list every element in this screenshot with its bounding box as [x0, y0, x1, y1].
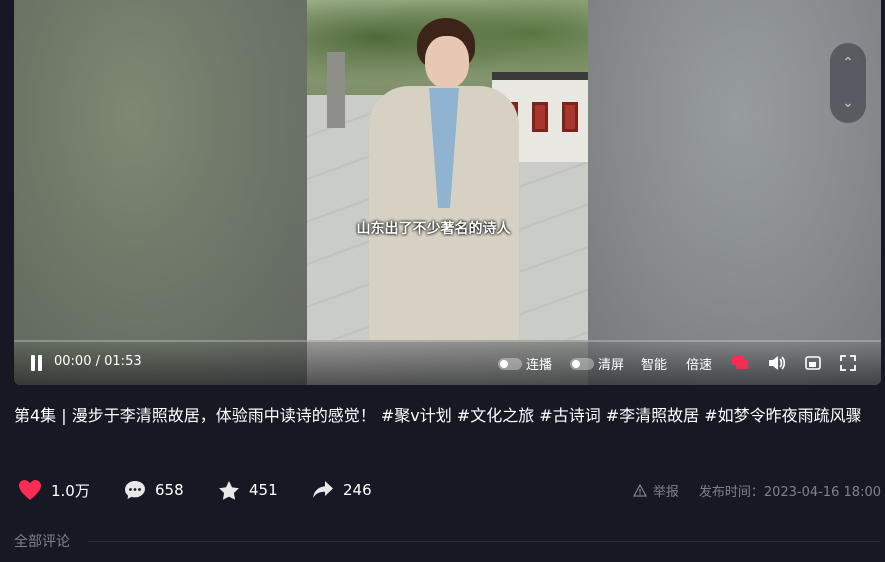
playback-speed-button[interactable]: 倍速	[686, 354, 712, 373]
time-current: 00:00	[54, 354, 92, 369]
comments-divider	[88, 541, 881, 542]
comment-button[interactable]: 658	[124, 478, 184, 502]
like-button[interactable]: 1.0万	[18, 478, 90, 502]
video-title: 第4集 | 漫步于李清照故居，体验雨中读诗的感觉！ #聚v计划 #文化之旅 #古…	[14, 406, 862, 425]
player-control-bar: 00:00 / 01:53 连播 清屏 智能 倍速	[14, 340, 881, 385]
star-icon	[219, 480, 239, 500]
time-separator: /	[95, 354, 100, 369]
all-comments-heading: 全部评论	[14, 534, 70, 550]
clear-screen-toggle[interactable]: 清屏	[570, 354, 624, 373]
volume-button[interactable]	[767, 353, 787, 373]
time-display: 00:00 / 01:53	[54, 354, 142, 369]
pause-icon	[31, 355, 35, 371]
post-meta: 举报 发布时间：2023-04-16 18:00	[632, 481, 881, 500]
autoplay-toggle[interactable]: 连播	[498, 354, 552, 373]
picture-in-picture-icon	[805, 356, 821, 370]
video-player[interactable]	[14, 0, 881, 385]
video-subtitle: 山东出了不少著名的诗人	[356, 221, 511, 237]
smart-quality-button[interactable]: 智能	[641, 354, 667, 373]
video-frame[interactable]	[307, 0, 588, 340]
next-video-chevron-down-icon[interactable]: ⌄	[842, 96, 854, 110]
autoplay-label: 连播	[526, 358, 553, 373]
fullscreen-icon	[840, 355, 856, 371]
pause-button[interactable]	[29, 355, 43, 371]
progress-bar[interactable]	[14, 340, 881, 342]
danmaku-toggle-button[interactable]	[730, 353, 750, 373]
autoplay-switch[interactable]	[498, 357, 522, 370]
volume-icon	[769, 356, 786, 370]
time-total: 01:53	[104, 354, 142, 369]
share-button[interactable]: 246	[312, 478, 372, 502]
danmaku-icon	[732, 356, 748, 369]
picture-in-picture-button[interactable]	[803, 353, 823, 373]
blurred-background-left	[14, 0, 307, 385]
warning-icon	[632, 484, 647, 497]
publish-time: 发布时间：2023-04-16 18:00	[698, 485, 881, 500]
share-arrow-icon	[313, 481, 333, 498]
clear-screen-label: 清屏	[598, 358, 625, 373]
like-count: 1.0万	[51, 481, 90, 500]
clear-screen-switch[interactable]	[570, 357, 594, 370]
favorite-count: 451	[249, 481, 278, 499]
comment-count: 658	[155, 481, 184, 499]
video-nav-pill: ⌃ ⌄	[830, 43, 866, 123]
person-figure	[369, 18, 519, 340]
comment-bubble-icon	[125, 481, 145, 499]
engagement-bar: 1.0万 658 451 246 举报 发布时间：2023-04-16 18:0…	[14, 478, 881, 502]
previous-video-chevron-up-icon[interactable]: ⌃	[842, 56, 854, 70]
heart-icon	[19, 480, 41, 500]
share-count: 246	[343, 481, 372, 499]
fullscreen-button[interactable]	[838, 353, 858, 373]
report-label: 举报	[652, 485, 679, 500]
favorite-button[interactable]: 451	[218, 478, 278, 502]
report-button[interactable]: 举报	[632, 481, 679, 500]
